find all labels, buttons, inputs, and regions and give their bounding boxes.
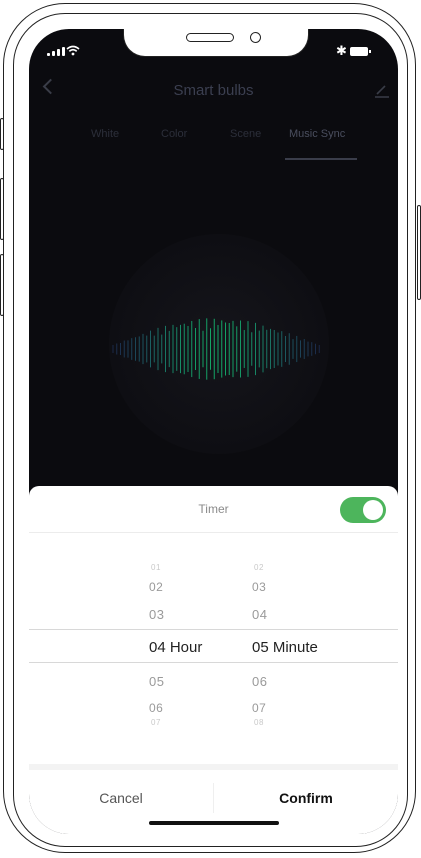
minute-option[interactable]: 07	[252, 701, 266, 715]
page-title: Smart bulbs	[173, 82, 254, 99]
minute-option[interactable]: 04	[252, 607, 267, 622]
volume-down-button	[0, 254, 4, 316]
cellular-signal-icon	[47, 47, 65, 56]
bluetooth-icon: ✱	[336, 43, 347, 58]
picker-selection-top-line	[29, 629, 398, 630]
tab-white[interactable]: White	[91, 128, 119, 140]
timer-sheet: Timer 01 02 03 04 Hour 05 06 07 02 03 04…	[29, 486, 398, 834]
tab-scene[interactable]: Scene	[230, 128, 261, 140]
confirm-button[interactable]: Confirm	[214, 778, 398, 818]
hour-option[interactable]: 02	[149, 580, 163, 594]
sound-wave-visualizer	[112, 318, 320, 380]
silent-switch	[0, 118, 4, 150]
minute-option[interactable]: 02	[254, 563, 264, 572]
tab-music-sync[interactable]: Music Sync	[289, 128, 345, 140]
power-button	[417, 205, 421, 300]
selected-hour[interactable]: 04 Hour	[149, 639, 202, 656]
picker-selection-bottom-line	[29, 662, 398, 663]
pencil-icon[interactable]	[374, 82, 390, 98]
cancel-button[interactable]: Cancel	[29, 778, 213, 818]
home-indicator	[149, 821, 279, 825]
sheet-divider	[29, 532, 398, 533]
hour-option[interactable]: 06	[149, 701, 163, 715]
status-bar: ✱	[29, 41, 398, 61]
hour-option[interactable]: 07	[151, 718, 161, 727]
selected-minute[interactable]: 05 Minute	[252, 639, 318, 656]
minute-option[interactable]: 06	[252, 674, 267, 689]
minute-option[interactable]: 08	[254, 718, 264, 727]
toggle-knob	[363, 500, 383, 520]
app-screen: ✱ Smart bulbs White Color Scene Music Sy…	[29, 29, 398, 834]
battery-icon	[350, 47, 371, 56]
minute-option[interactable]: 03	[252, 580, 266, 594]
volume-up-button	[0, 178, 4, 240]
hour-option[interactable]: 01	[151, 563, 161, 572]
hour-option[interactable]: 03	[149, 607, 164, 622]
active-tab-indicator	[285, 158, 357, 160]
hour-option[interactable]: 05	[149, 674, 164, 689]
mode-tabs: White Color Scene Music Sync	[29, 128, 398, 160]
timer-toggle[interactable]	[340, 497, 386, 523]
wifi-icon	[66, 45, 80, 56]
footer-separator	[29, 764, 398, 770]
tab-color[interactable]: Color	[161, 128, 187, 140]
